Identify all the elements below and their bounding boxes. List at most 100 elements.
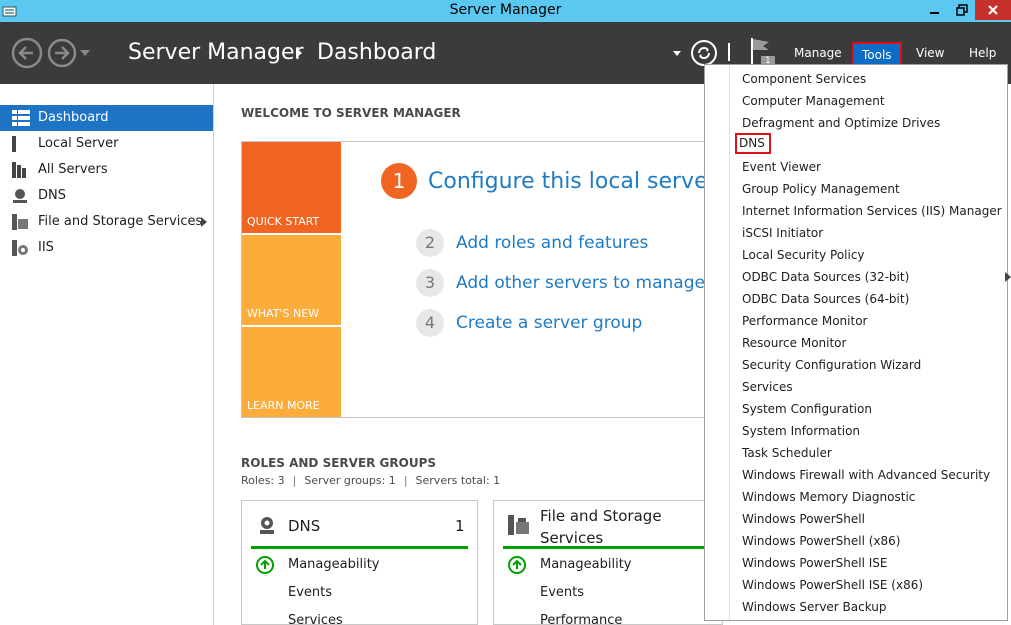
card-row-events[interactable]: Events <box>540 585 584 600</box>
tools-menu-item-internet-information-services-iis-manager[interactable]: Internet Information Services (IIS) Mana… <box>738 201 1006 222</box>
tile-learn-more[interactable]: LEARN MORE <box>242 327 341 417</box>
step-3-number: 3 <box>424 273 436 292</box>
all-servers-icon <box>12 162 26 178</box>
scroll-chevron-icon[interactable] <box>1005 272 1011 282</box>
close-button[interactable] <box>975 0 1011 20</box>
sidebar-item-dns[interactable]: DNS <box>0 183 213 209</box>
sidebar-item-label: File and Storage Services <box>38 214 203 229</box>
tools-menu-item-performance-monitor[interactable]: Performance Monitor <box>738 311 871 332</box>
restore-button[interactable] <box>947 0 977 20</box>
minimize-button[interactable] <box>920 0 950 20</box>
tools-menu-item-dns[interactable]: DNS <box>735 133 771 154</box>
tools-menu-item-odbc-data-sources-32-bit[interactable]: ODBC Data Sources (32-bit) <box>738 267 913 288</box>
tools-menu-item-windows-server-backup[interactable]: Windows Server Backup <box>738 597 891 618</box>
tools-menu-item-task-scheduler[interactable]: Task Scheduler <box>738 443 836 464</box>
tools-menu-item-computer-management[interactable]: Computer Management <box>738 91 889 112</box>
title-bar[interactable]: Server Manager <box>0 0 1011 22</box>
minimize-icon <box>930 12 939 14</box>
card-title-line2: Services <box>540 529 604 547</box>
sidebar-item-label: Local Server <box>38 136 119 151</box>
stats-separator: | <box>292 474 297 487</box>
tools-menu-item-windows-powershell-ise-x86[interactable]: Windows PowerShell ISE (x86) <box>738 575 927 596</box>
step-4-link[interactable]: Create a server group <box>456 313 642 333</box>
role-card-file-storage[interactable]: File and Storage Services Manageability … <box>493 500 723 625</box>
tile-label: QUICK START <box>247 215 320 228</box>
sidebar-item-dashboard[interactable]: Dashboard <box>0 105 213 131</box>
role-card-dns[interactable]: DNS 1 Manageability Events Services <box>241 500 478 625</box>
step-1-number: 1 <box>392 169 406 193</box>
expand-chevron-icon[interactable] <box>201 217 207 227</box>
menu-view[interactable]: View <box>916 46 944 60</box>
step-4-number: 4 <box>424 313 436 332</box>
welcome-heading: WELCOME TO SERVER MANAGER <box>241 106 461 120</box>
file-storage-icon <box>12 214 28 230</box>
tools-menu-item-defragment-and-optimize-drives[interactable]: Defragment and Optimize Drives <box>738 113 944 134</box>
tools-menu-item-security-configuration-wizard[interactable]: Security Configuration Wizard <box>738 355 925 376</box>
sidebar-item-label: Dashboard <box>38 110 109 125</box>
tools-menu-item-services[interactable]: Services <box>738 377 797 398</box>
card-row-performance[interactable]: Performance <box>540 613 622 625</box>
card-row-events[interactable]: Events <box>288 585 332 600</box>
tools-menu-item-windows-powershell-ise[interactable]: Windows PowerShell ISE <box>738 553 892 574</box>
refresh-icon[interactable] <box>690 39 718 67</box>
history-dropdown-icon[interactable] <box>80 50 90 56</box>
tile-label: LEARN MORE <box>247 399 320 412</box>
card-row-manageability[interactable]: Manageability <box>288 557 379 572</box>
tile-quick-start[interactable]: QUICK START <box>242 142 341 233</box>
tools-menu-item-iscsi-initiator[interactable]: iSCSI Initiator <box>738 223 827 244</box>
breadcrumb-chevron-icon <box>296 48 302 58</box>
menu-manage[interactable]: Manage <box>794 46 842 60</box>
sidebar-item-iis[interactable]: IIS <box>0 235 213 261</box>
menu-gutter <box>729 65 730 620</box>
tools-menu-item-system-configuration[interactable]: System Configuration <box>738 399 876 420</box>
roles-heading: ROLES AND SERVER GROUPS <box>241 456 437 470</box>
sidebar-item-label: DNS <box>38 188 66 203</box>
tools-menu-item-system-information[interactable]: System Information <box>738 421 864 442</box>
card-row-manageability[interactable]: Manageability <box>540 557 631 572</box>
sidebar: Dashboard Local Server All Servers DNS F… <box>0 84 214 625</box>
sidebar-item-local-server[interactable]: Local Server <box>0 131 213 157</box>
file-storage-icon <box>508 515 529 535</box>
step-3-link[interactable]: Add other servers to manage <box>456 273 705 293</box>
refresh-dropdown-icon[interactable] <box>673 51 681 56</box>
step-1-link[interactable]: Configure this local server <box>428 169 717 194</box>
step-2-link[interactable]: Add roles and features <box>456 233 648 253</box>
menu-help[interactable]: Help <box>969 46 996 60</box>
breadcrumb-app: Server Manager <box>128 40 304 65</box>
dashboard-icon <box>12 110 30 126</box>
card-count: 1 <box>455 517 465 535</box>
window-title: Server Manager <box>449 2 562 18</box>
sidebar-item-all-servers[interactable]: All Servers <box>0 157 213 183</box>
tools-menu-item-event-viewer[interactable]: Event Viewer <box>738 157 825 178</box>
tile-whats-new[interactable]: WHAT'S NEW <box>242 235 341 325</box>
tools-menu-item-component-services[interactable]: Component Services <box>738 69 870 90</box>
tools-menu-item-resource-monitor[interactable]: Resource Monitor <box>738 333 850 354</box>
back-arrow-icon[interactable] <box>11 37 43 69</box>
sidebar-item-file-storage[interactable]: File and Storage Services <box>0 209 213 235</box>
card-title: DNS <box>288 517 321 535</box>
dns-icon <box>13 189 27 203</box>
tools-menu-item-odbc-data-sources-64-bit[interactable]: ODBC Data Sources (64-bit) <box>738 289 913 310</box>
server-manager-window: Server Manager Server Manager Dashboard … <box>0 0 1011 625</box>
status-bar <box>503 546 723 549</box>
sidebar-item-label: IIS <box>38 240 54 255</box>
servers-count: Servers total: 1 <box>415 474 501 487</box>
restore-icon <box>956 4 968 16</box>
status-bar <box>251 546 468 549</box>
step-2-number: 2 <box>424 233 436 252</box>
tools-menu-item-windows-memory-diagnostic[interactable]: Windows Memory Diagnostic <box>738 487 919 508</box>
status-ok-icon <box>256 556 274 574</box>
forward-arrow-icon[interactable] <box>47 38 77 68</box>
sidebar-item-label: All Servers <box>38 162 108 177</box>
stats-separator: | <box>403 474 408 487</box>
tools-menu-item-windows-powershell[interactable]: Windows PowerShell <box>738 509 869 530</box>
tile-label: WHAT'S NEW <box>247 307 320 320</box>
card-row-services[interactable]: Services <box>288 613 343 625</box>
dns-icon <box>260 517 274 534</box>
tools-menu-item-windows-powershell-x86[interactable]: Windows PowerShell (x86) <box>738 531 904 552</box>
menu-tools[interactable]: Tools <box>852 42 902 66</box>
groups-count: Server groups: 1 <box>304 474 396 487</box>
tools-menu-item-group-policy-management[interactable]: Group Policy Management <box>738 179 904 200</box>
tools-menu-item-local-security-policy[interactable]: Local Security Policy <box>738 245 869 266</box>
tools-menu-item-windows-firewall-with-advanced-security[interactable]: Windows Firewall with Advanced Security <box>738 465 994 486</box>
